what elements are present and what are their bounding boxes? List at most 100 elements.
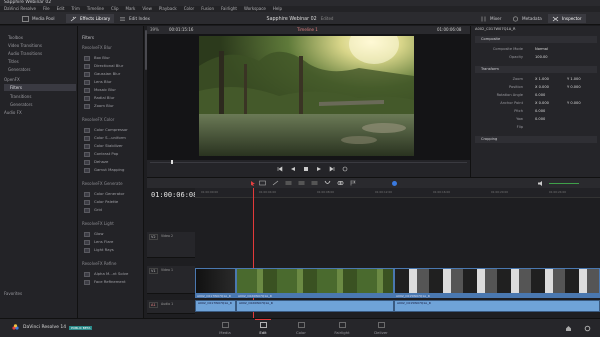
param-value[interactable]: X 0.000 <box>535 100 549 107</box>
filter-item[interactable]: Dehaze <box>84 158 108 166</box>
metadata-button[interactable]: Metadata <box>508 14 546 23</box>
video-clip[interactable] <box>195 268 236 294</box>
effects-library-button[interactable]: Effects Library <box>66 14 115 23</box>
timeline-playhead[interactable] <box>253 188 254 318</box>
flag-icon[interactable] <box>350 180 357 186</box>
track-header[interactable]: A1 Audio 1 <box>147 300 195 314</box>
tree-item[interactable]: Audio Transitions <box>4 50 76 57</box>
home-icon[interactable] <box>565 325 572 332</box>
tree-item[interactable]: OpenFX <box>4 76 76 83</box>
filter-item[interactable]: Color S...uniform <box>84 134 126 142</box>
tree-item[interactable]: Generators <box>4 101 76 108</box>
page-button-color[interactable]: Color <box>281 321 321 336</box>
insert-icon[interactable] <box>285 180 292 186</box>
track-header[interactable]: V1 Video 1 <box>147 266 195 294</box>
go-to-end-icon[interactable] <box>329 166 335 172</box>
timeline-ruler[interactable]: 01:00:00:00 01:00:04:00 01:00:08:00 01:00:1… <box>195 188 600 198</box>
favorites-header[interactable]: Favorites <box>4 290 76 297</box>
viewer-clip-name[interactable]: Timeline 1 <box>297 26 318 34</box>
filter-group-header[interactable]: ResolveFX Blur <box>82 44 112 52</box>
inspector-button[interactable]: Inspector <box>548 14 586 23</box>
video-clip[interactable] <box>394 268 600 294</box>
video-clip[interactable] <box>236 268 394 294</box>
tree-item[interactable]: Transitions <box>4 93 76 100</box>
snapping-icon[interactable] <box>324 180 331 186</box>
speaker-icon[interactable] <box>537 180 545 187</box>
tree-item[interactable]: Video Transitions <box>4 42 76 49</box>
filter-item[interactable]: Directional Blur <box>84 62 123 70</box>
video-clip-name-bar[interactable]: A002_C015W07Q1A_R <box>394 294 600 298</box>
inspector-section-header[interactable]: Cropping <box>475 136 597 143</box>
tree-item[interactable]: Titles <box>4 58 76 65</box>
filter-group-header[interactable]: ResolveFX Refine <box>82 260 116 268</box>
param-value[interactable]: 0.000 <box>535 116 545 123</box>
video-clip-name-bar[interactable]: A002_C020W07Q1A_R <box>236 294 394 298</box>
page-button-media[interactable]: Media <box>205 321 245 336</box>
filter-item[interactable]: Zoom Blur <box>84 102 114 110</box>
tree-item[interactable]: Audio FX <box>4 109 76 116</box>
param-value[interactable]: Y 0.000 <box>567 100 581 107</box>
audio-clip[interactable]: A002_C020W07Q1A_R <box>236 300 394 312</box>
filter-group-header[interactable]: ResolveFX Light <box>82 220 114 228</box>
settings-gear-icon[interactable] <box>584 325 591 332</box>
playhead-marker[interactable] <box>171 160 173 164</box>
overwrite-icon[interactable] <box>298 180 305 186</box>
timeline-area[interactable]: 01:00:06:08 01:00:00:00 01:00:04:00 01:00:… <box>147 188 600 318</box>
video-viewer[interactable] <box>147 34 470 160</box>
inspector-section-header[interactable]: Composite <box>475 36 597 43</box>
filter-item[interactable]: Color Stabilizer <box>84 142 123 150</box>
media-pool-button[interactable]: Media Pool <box>18 14 59 23</box>
inspector-section-header[interactable]: Transform <box>475 66 597 73</box>
filter-item[interactable]: Color Compressor <box>84 126 128 134</box>
selection-tool-icon[interactable] <box>250 180 256 187</box>
zoom-level[interactable]: 39% <box>150 26 159 34</box>
filter-item[interactable]: Color Palette <box>84 198 118 206</box>
tree-item[interactable]: Generators <box>4 66 76 73</box>
filter-item[interactable]: Face Refinement <box>84 278 126 286</box>
trim-tool-icon[interactable] <box>259 180 266 186</box>
param-value[interactable]: X 1.000 <box>535 76 549 83</box>
page-button-fairlight[interactable]: Fairlight <box>322 321 362 336</box>
link-icon[interactable] <box>337 180 344 186</box>
param-value[interactable]: Y 0.000 <box>567 84 581 91</box>
filter-group-header[interactable]: ResolveFX Color <box>82 116 114 124</box>
filter-item[interactable]: Alpha M...nt Solve <box>84 270 128 278</box>
blade-tool-icon[interactable] <box>272 180 279 186</box>
filter-item[interactable]: Mosaic Blur <box>84 86 116 94</box>
filter-item[interactable]: Lens Blur <box>84 78 112 86</box>
scrubber-track[interactable] <box>150 162 467 163</box>
param-value[interactable]: 0.000 <box>535 108 545 115</box>
filter-item[interactable]: Box Blur <box>84 54 110 62</box>
page-button-deliver[interactable]: Deliver <box>361 321 401 336</box>
filter-item[interactable]: Grid <box>84 206 102 214</box>
play-reverse-icon[interactable] <box>290 166 296 172</box>
edit-index-button[interactable]: Edit Index <box>115 14 154 23</box>
audio-clip[interactable]: A002_C017W07Q1A_R <box>195 300 236 312</box>
audio-level-slider[interactable] <box>549 183 579 184</box>
filter-item[interactable]: Gamut Mapping <box>84 166 124 174</box>
param-value[interactable]: 0.000 <box>535 92 545 99</box>
filter-item[interactable]: Contrast Pop <box>84 150 118 158</box>
filter-item[interactable]: Radial Blur <box>84 94 115 102</box>
stop-icon[interactable] <box>303 166 309 172</box>
loop-icon[interactable] <box>342 166 348 172</box>
param-value[interactable]: 100.00 <box>535 54 548 61</box>
audio-clip[interactable]: A002_C015W07Q1A_R <box>394 300 600 312</box>
marker-color-dot[interactable] <box>392 181 397 186</box>
filter-item[interactable]: Gaussian Blur <box>84 70 120 78</box>
track-header[interactable]: V2 Video 2 <box>147 232 195 258</box>
filter-item[interactable]: Light Rays <box>84 246 114 254</box>
tree-item[interactable]: Filters <box>4 84 76 91</box>
filter-group-header[interactable]: ResolveFX Generate <box>82 180 123 188</box>
filter-item[interactable]: Color Generator <box>84 190 124 198</box>
replace-icon[interactable] <box>311 180 318 186</box>
param-value[interactable]: Y 1.000 <box>567 76 581 83</box>
video-clip-name-bar[interactable]: A002_C017W07Q1A_R <box>195 294 236 298</box>
param-value[interactable]: X 0.000 <box>535 84 549 91</box>
filter-item[interactable]: Glow <box>84 230 103 238</box>
mixer-button[interactable]: Mixer <box>476 14 505 23</box>
param-value[interactable]: Normal <box>535 46 548 53</box>
go-to-start-icon[interactable] <box>277 166 283 172</box>
tree-item[interactable]: Toolbox <box>4 34 76 41</box>
play-icon[interactable] <box>316 166 322 172</box>
